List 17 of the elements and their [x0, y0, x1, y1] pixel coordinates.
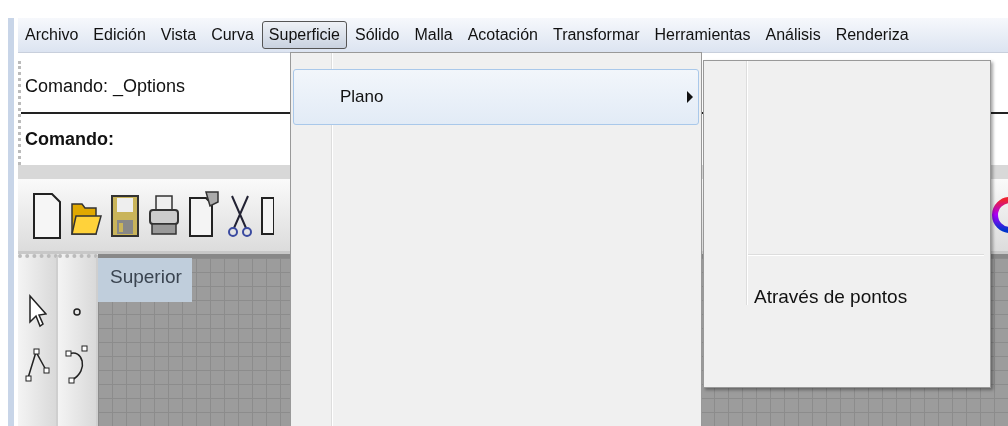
- menu-item[interactable]: Análisis: [758, 21, 828, 49]
- command-prompt[interactable]: Comando:: [25, 129, 114, 150]
- menu-item[interactable]: Plano: [293, 69, 699, 125]
- menu-item[interactable]: Superficie: [261, 21, 347, 49]
- menu-item[interactable]: Archivo: [18, 21, 86, 49]
- viewport-title[interactable]: Superior: [98, 258, 192, 302]
- menu-item[interactable]: Herramientas: [647, 21, 758, 49]
- menu-item[interactable]: Edición: [86, 21, 153, 49]
- menu-item[interactable]: Transformar: [545, 21, 647, 49]
- menu-item[interactable]: Renderiza: [828, 21, 916, 49]
- menu-item[interactable]: Sólido: [347, 21, 407, 49]
- menu-item[interactable]: Curva: [204, 21, 261, 49]
- menu-item[interactable]: Vista: [153, 21, 204, 49]
- command-history: Comando: _Options: [25, 76, 186, 97]
- menu-item[interactable]: Acotación: [460, 21, 545, 49]
- menu-item[interactable]: Malla: [407, 21, 460, 49]
- menu-item[interactable]: Através de pontos: [754, 286, 908, 308]
